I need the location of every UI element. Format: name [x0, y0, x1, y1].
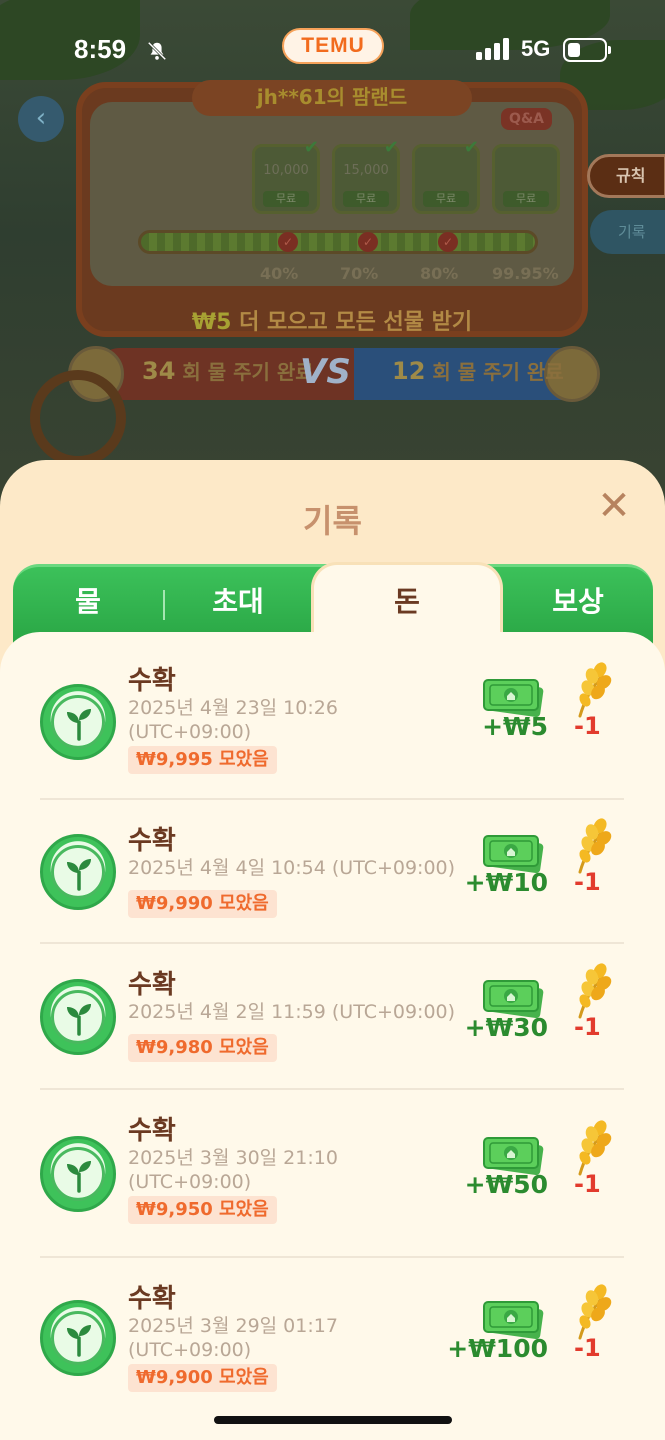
list-item: 수확 2025년 4월 2일 11:59 (UTC+09:00) ₩9,980 모았… — [40, 944, 624, 1090]
money-amount: +₩50 — [464, 1170, 548, 1199]
rules-button[interactable]: 규칙 — [587, 154, 665, 198]
collected-badge: ₩9,995 모았음 — [128, 746, 277, 774]
progress-label: 80% — [420, 264, 459, 283]
record-title: 수확 — [128, 1284, 176, 1314]
ship-wheel-icon — [30, 370, 126, 466]
back-button[interactable]: ‹ — [18, 96, 64, 142]
close-icon[interactable]: ✕ — [593, 486, 635, 528]
collected-badge: ₩9,990 모았음 — [128, 890, 277, 918]
clock: 8:59 — [74, 34, 127, 64]
battery-icon — [563, 38, 611, 62]
harvest-sprout-icon — [40, 979, 116, 1055]
record-time: 2025년 4월 4일 10:54 (UTC+09:00) — [128, 857, 456, 879]
check-icon: ✓ — [358, 232, 378, 252]
harvest-sprout-icon — [40, 684, 116, 760]
money-amount: +₩100 — [447, 1334, 548, 1363]
wheat-amount: -1 — [574, 1013, 601, 1041]
wheat-icon — [570, 963, 612, 1019]
money-amount: +₩30 — [464, 1013, 548, 1042]
list-item: 수확 2025년 4월 4일 10:54 (UTC+09:00) ₩9,990 모았… — [40, 800, 624, 944]
record-list: 수확 2025년 4월 23일 10:26 (UTC+09:00) ₩9,995 모… — [0, 632, 665, 1440]
app-badge: TEMU — [282, 28, 384, 64]
record-time: 2025년 4월 2일 11:59 (UTC+09:00) — [128, 1001, 456, 1023]
gift-box: ✔ 무료 — [412, 137, 480, 214]
signal-icon — [476, 38, 509, 60]
home-indicator[interactable] — [214, 1416, 452, 1424]
list-item: 수확 2025년 3월 30일 21:10 (UTC+09:00) ₩9,950 모… — [40, 1090, 624, 1258]
farm-progress-bar — [138, 230, 538, 254]
record-time: 2025년 3월 30일 21:10 (UTC+09:00) — [128, 1147, 338, 1193]
record-title: 수확 — [128, 826, 176, 856]
check-icon: ✔ — [383, 137, 399, 158]
sheet-title: 기록 — [303, 502, 362, 540]
progress-label: 40% — [260, 264, 299, 283]
progress-label: 99.95% — [492, 264, 559, 283]
wheat-icon — [570, 662, 612, 718]
check-icon: ✓ — [438, 232, 458, 252]
gift-box: 무료 — [492, 144, 560, 214]
collected-badge: ₩9,980 모았음 — [128, 1034, 277, 1062]
farm-progress-card: jh**61의 팜랜드 Q&A ✔ 10,000 무료 ✔ 15,000 무료 … — [76, 80, 588, 337]
check-icon: ✓ — [278, 232, 298, 252]
wheat-icon — [570, 1120, 612, 1176]
harvest-sprout-icon — [40, 834, 116, 910]
wheat-amount: -1 — [574, 712, 601, 740]
wheat-amount: -1 — [574, 868, 601, 896]
record-time: 2025년 4월 23일 10:26 (UTC+09:00) — [128, 697, 338, 743]
wheat-icon — [570, 1284, 612, 1340]
tab-water[interactable]: 물 — [13, 564, 163, 640]
wheat-amount: -1 — [574, 1170, 601, 1198]
gift-box: ✔ 10,000 무료 — [252, 137, 320, 214]
list-item: 수확 2025년 4월 23일 10:26 (UTC+09:00) ₩9,995 모… — [40, 632, 624, 800]
bell-muted-icon — [147, 41, 167, 61]
vs-label: VS — [300, 352, 351, 392]
harvest-sprout-icon — [40, 1136, 116, 1212]
collected-badge: ₩9,950 모았음 — [128, 1196, 277, 1224]
gift-box: ✔ 15,000 무료 — [332, 137, 400, 214]
wheat-icon — [570, 818, 612, 874]
log-button[interactable]: 기록 — [590, 210, 665, 254]
check-icon: ✔ — [303, 137, 319, 158]
money-amount: +₩5 — [482, 712, 548, 741]
record-title: 수확 — [128, 1116, 176, 1146]
status-bar: 8:59 TEMU 5G — [0, 0, 665, 100]
collected-badge: ₩9,900 모았음 — [128, 1364, 277, 1392]
record-sheet: 기록 ✕ 물 초대 돈 보상 수확 2025년 4월 23일 10:26 (UTC… — [0, 460, 665, 1440]
record-title: 수확 — [128, 970, 176, 1000]
money-amount: +₩10 — [464, 868, 548, 897]
tab-invite[interactable]: 초대 — [165, 564, 311, 640]
list-item: 수확 2025년 3월 29일 01:17 (UTC+09:00) ₩9,900 모… — [40, 1258, 624, 1418]
harvest-sprout-icon — [40, 1300, 116, 1376]
record-time: 2025년 3월 29일 01:17 (UTC+09:00) — [128, 1315, 338, 1361]
record-title: 수확 — [128, 666, 176, 696]
tab-reward[interactable]: 보상 — [503, 564, 653, 640]
qa-button[interactable]: Q&A — [501, 108, 552, 130]
check-icon: ✔ — [463, 137, 479, 158]
network-label: 5G — [521, 36, 551, 61]
collect-message: ₩5 더 모으고 모든 선물 받기 — [191, 310, 473, 335]
wheat-amount: -1 — [574, 1334, 601, 1362]
vs-banner: 34 회 물 주기 완료 VS 12 회 물 주기 완료 — [64, 346, 604, 402]
progress-label: 70% — [340, 264, 379, 283]
